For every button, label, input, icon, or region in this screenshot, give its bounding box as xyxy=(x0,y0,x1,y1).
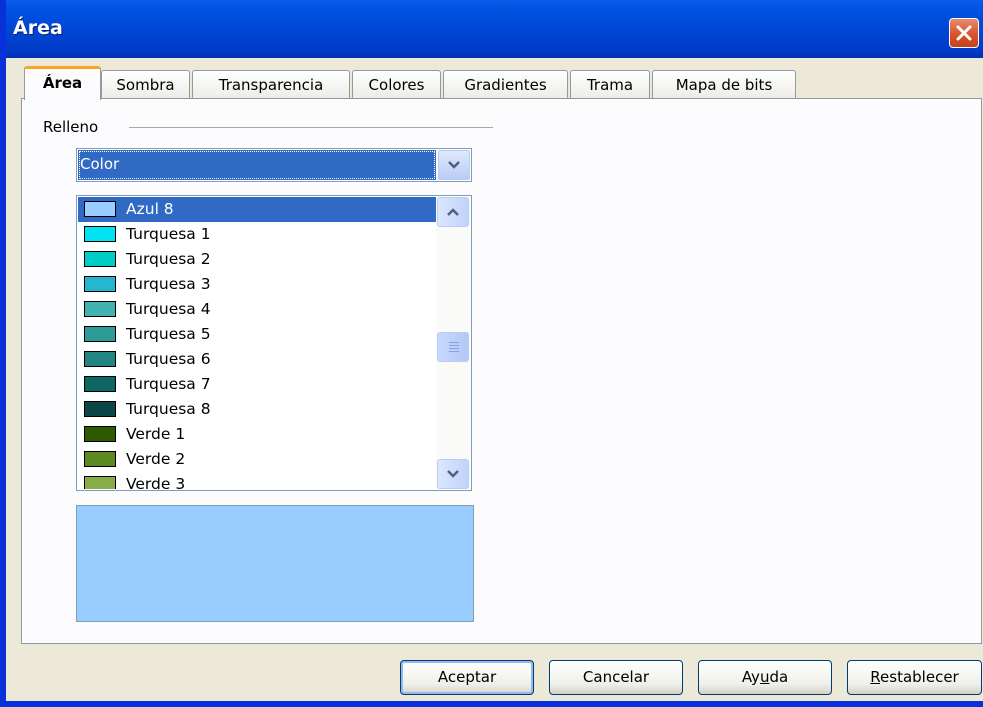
color-list-item[interactable]: Verde 3 xyxy=(78,472,436,489)
tab-mapa-de-bits[interactable]: Mapa de bits xyxy=(652,70,796,100)
chevron-down-icon xyxy=(447,470,459,478)
grip-line xyxy=(449,342,459,343)
color-preview xyxy=(76,505,474,622)
color-swatch xyxy=(84,326,116,342)
grip-line xyxy=(449,351,459,352)
title-bar[interactable]: Área xyxy=(6,0,983,58)
color-list-item[interactable]: Turquesa 5 xyxy=(78,322,436,347)
color-swatch xyxy=(84,451,116,467)
scroll-down-button[interactable] xyxy=(437,459,469,489)
grip-line xyxy=(449,348,459,349)
color-list-item[interactable]: Turquesa 6 xyxy=(78,347,436,372)
color-swatch xyxy=(84,201,116,217)
color-swatch xyxy=(84,251,116,267)
color-name: Azul 8 xyxy=(126,200,174,218)
window-frame-bottom xyxy=(6,701,983,707)
color-swatch xyxy=(84,301,116,317)
tab-transparencia[interactable]: Transparencia xyxy=(192,70,350,100)
color-name: Verde 2 xyxy=(126,450,186,468)
color-swatch xyxy=(84,226,116,242)
color-swatch xyxy=(84,426,116,442)
color-name: Turquesa 5 xyxy=(126,325,211,343)
color-list-item[interactable]: Turquesa 4 xyxy=(78,297,436,322)
scroll-up-button[interactable] xyxy=(437,197,469,227)
vertical-scrollbar[interactable] xyxy=(436,197,470,489)
chevron-down-icon xyxy=(448,161,460,169)
tab-sombra[interactable]: Sombra xyxy=(101,70,190,100)
tab-colores[interactable]: Colores xyxy=(352,70,441,100)
tab-trama[interactable]: Trama xyxy=(570,70,650,100)
color-swatch xyxy=(84,351,116,367)
close-button[interactable] xyxy=(949,18,979,48)
color-list-item[interactable]: Turquesa 2 xyxy=(78,247,436,272)
color-list-item[interactable]: Turquesa 1 xyxy=(78,222,436,247)
area-dialog: Área Área Sombra Transparencia Colores G… xyxy=(0,0,983,707)
group-divider xyxy=(129,127,493,128)
help-button[interactable]: Ayuda xyxy=(698,660,832,695)
fill-group-label: Relleno xyxy=(43,118,99,136)
color-list-item[interactable]: Turquesa 8 xyxy=(78,397,436,422)
dropdown-arrow-button[interactable] xyxy=(438,150,470,180)
color-list-items: Azul 8 Turquesa 1 Turquesa 2 Turquesa 3 Turq… xyxy=(78,197,436,489)
color-name: Turquesa 1 xyxy=(126,225,211,243)
color-list-item[interactable]: Azul 8 xyxy=(78,197,436,222)
color-name: Turquesa 3 xyxy=(126,275,211,293)
color-name: Turquesa 2 xyxy=(126,250,211,268)
color-name: Turquesa 4 xyxy=(126,300,211,318)
fill-type-value: Color xyxy=(78,150,436,180)
color-name: Verde 3 xyxy=(126,475,186,489)
color-swatch xyxy=(84,401,116,417)
color-swatch xyxy=(84,276,116,292)
color-list-item[interactable]: Verde 1 xyxy=(78,422,436,447)
grip-line xyxy=(449,345,459,346)
color-swatch xyxy=(84,476,116,489)
color-name: Turquesa 6 xyxy=(126,350,211,368)
color-list-item[interactable]: Turquesa 3 xyxy=(78,272,436,297)
color-swatch xyxy=(84,376,116,392)
color-list-item[interactable]: Verde 2 xyxy=(78,447,436,472)
color-name: Turquesa 8 xyxy=(126,400,211,418)
color-list[interactable]: Azul 8 Turquesa 1 Turquesa 2 Turquesa 3 Turq… xyxy=(76,195,472,491)
scroll-thumb[interactable] xyxy=(437,332,469,362)
close-icon xyxy=(956,25,972,41)
tab-gradientes[interactable]: Gradientes xyxy=(443,70,568,100)
tab-area[interactable]: Área xyxy=(24,66,101,100)
cancel-button[interactable]: Cancelar xyxy=(549,660,683,695)
color-list-item[interactable]: Turquesa 7 xyxy=(78,372,436,397)
color-name: Turquesa 7 xyxy=(126,375,211,393)
fill-type-dropdown[interactable]: Color xyxy=(76,148,472,182)
window-title: Área xyxy=(13,17,63,39)
ok-button[interactable]: Aceptar xyxy=(400,660,534,695)
color-name: Verde 1 xyxy=(126,425,186,443)
chevron-up-icon xyxy=(447,208,459,216)
reset-button[interactable]: Restablecer xyxy=(847,660,982,695)
